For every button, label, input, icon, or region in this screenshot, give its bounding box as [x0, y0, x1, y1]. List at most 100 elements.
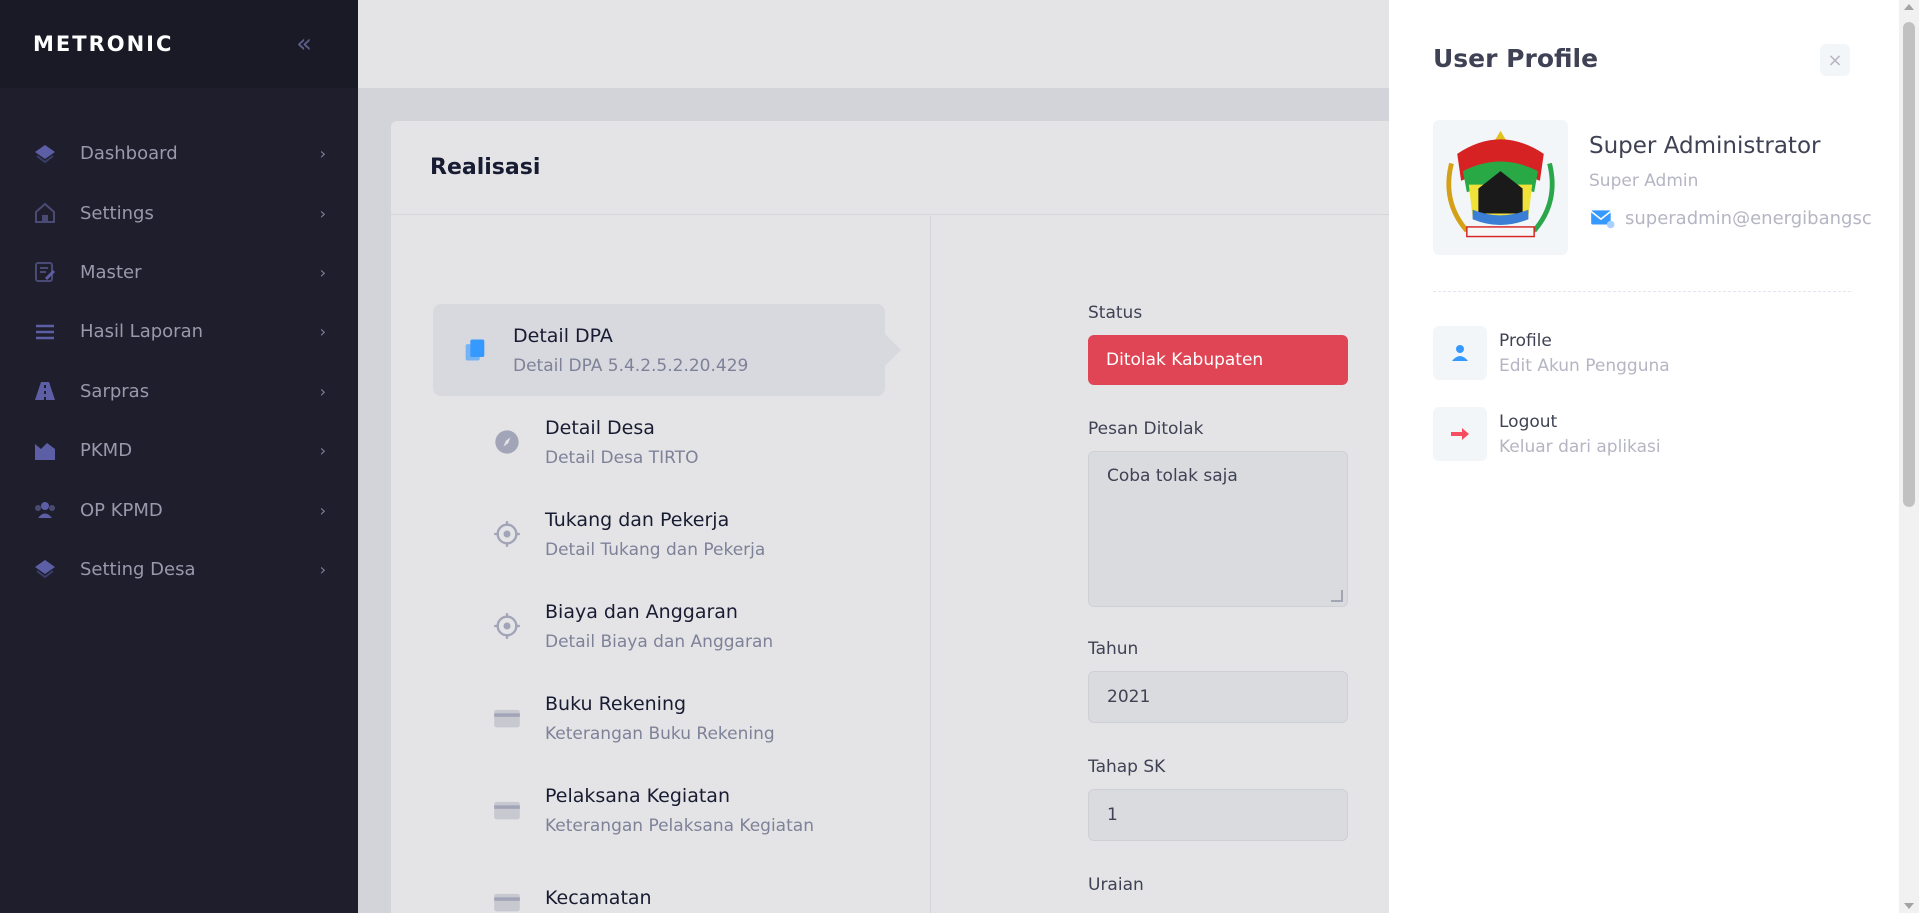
step-desc: Keterangan Buku Rekening: [545, 723, 775, 744]
credit-card-icon: [491, 886, 523, 913]
user-role: Super Admin: [1589, 171, 1699, 191]
tahun-input[interactable]: 2021: [1088, 671, 1348, 723]
home-icon: [32, 200, 58, 226]
step-pelaksana-kegiatan[interactable]: Pelaksana Kegiatan Keterangan Pelaksana …: [433, 764, 885, 856]
sidebar-item-settings[interactable]: Settings ›: [0, 183, 358, 242]
chevron-right-icon: ›: [319, 144, 326, 164]
tahap-sk-input[interactable]: 1: [1088, 789, 1348, 841]
sidebar-item-label: Sarpras: [80, 380, 150, 402]
user-name: Super Administrator: [1589, 133, 1821, 159]
user-email-text: superadmin@energibangsc: [1625, 207, 1872, 229]
sidebar-item-label: Setting Desa: [80, 558, 196, 580]
step-kecamatan[interactable]: Kecamatan: [433, 856, 885, 913]
step-title: Detail DPA: [513, 324, 613, 347]
pesan-ditolak-textarea[interactable]: Coba tolak saja: [1088, 451, 1348, 607]
chevron-right-icon: ›: [319, 203, 326, 223]
double-chevron-left-icon[interactable]: «: [296, 31, 312, 57]
target-icon: [491, 610, 523, 642]
nav-title: Profile: [1499, 330, 1552, 351]
sidebar-item-label: Dashboard: [80, 143, 178, 165]
compass-icon: [491, 426, 523, 458]
wizard-steps: Detail DPA Detail DPA 5.4.2.5.2.20.429 D…: [433, 304, 901, 913]
user-profile-panel: User Profile × Super Administrator Super…: [1389, 0, 1899, 913]
brand-bar: METRONIC «: [0, 0, 358, 88]
copy-icon: [459, 334, 491, 366]
layers-icon: [32, 556, 58, 582]
step-desc: Detail Biaya dan Anggaran: [545, 631, 774, 652]
arrow-right-icon: [1433, 407, 1487, 461]
page-title: Realisasi: [430, 155, 541, 180]
sidebar-item-pkmd[interactable]: PKMD ›: [0, 421, 358, 480]
layers-icon: [32, 141, 58, 167]
dpa-form: Status Ditolak Kabupaten Pesan Ditolak C…: [1088, 303, 1348, 907]
sidebar-item-label: OP KPMD: [80, 499, 163, 521]
step-desc: Detail Desa TIRTO: [545, 447, 699, 468]
sidebar-item-setting-desa[interactable]: Setting Desa ›: [0, 540, 358, 599]
step-title: Kecamatan: [545, 886, 652, 909]
close-button[interactable]: ×: [1820, 44, 1850, 76]
step-desc: Detail DPA 5.4.2.5.2.20.429: [513, 355, 749, 376]
step-title: Tukang dan Pekerja: [545, 508, 730, 531]
step-detail-dpa[interactable]: Detail DPA Detail DPA 5.4.2.5.2.20.429: [433, 304, 901, 396]
scrollbar-thumb[interactable]: [1903, 22, 1915, 507]
target-icon: [491, 518, 523, 550]
chevron-right-icon: ›: [319, 441, 326, 461]
emblem-icon: [1446, 130, 1555, 238]
close-icon: ×: [1827, 49, 1843, 71]
sidebar-item-op-kpmd[interactable]: OP KPMD ›: [0, 480, 358, 539]
uraian-label: Uraian: [1088, 875, 1144, 895]
tahun-label: Tahun: [1088, 639, 1139, 659]
step-title: Buku Rekening: [545, 692, 687, 715]
list-icon: [32, 319, 58, 345]
nav-desc: Edit Akun Pengguna: [1499, 355, 1670, 376]
sidebar: METRONIC « Dashboard › Settings › Master…: [0, 0, 358, 913]
pesan-ditolak-label: Pesan Ditolak: [1088, 419, 1204, 439]
step-title: Pelaksana Kegiatan: [545, 784, 730, 807]
step-detail-desa[interactable]: Detail Desa Detail Desa TIRTO: [433, 396, 885, 488]
group-icon: [32, 497, 58, 523]
sidebar-menu: Dashboard › Settings › Master › Hasil La…: [0, 124, 358, 599]
sidebar-item-label: Settings: [80, 202, 154, 224]
step-desc: Keterangan Pelaksana Kegiatan: [545, 815, 814, 836]
brand-logo[interactable]: METRONIC: [33, 32, 173, 56]
nav-title: Logout: [1499, 411, 1558, 432]
mail-icon: [1590, 210, 1615, 229]
user-email[interactable]: superadmin@energibangsc: [1589, 205, 1879, 231]
sidebar-item-label: Hasil Laporan: [80, 321, 204, 343]
separator: [1433, 291, 1851, 292]
sidebar-item-label: Master: [80, 261, 142, 283]
sidebar-item-label: PKMD: [80, 440, 133, 462]
sidebar-item-hasil-laporan[interactable]: Hasil Laporan ›: [0, 302, 358, 361]
sidebar-item-master[interactable]: Master ›: [0, 243, 358, 302]
chevron-right-icon: ›: [319, 262, 326, 282]
user-icon: [1433, 326, 1487, 380]
logout-link[interactable]: Logout Keluar dari aplikasi: [1433, 407, 1853, 461]
step-tukang-pekerja[interactable]: Tukang dan Pekerja Detail Tukang dan Pek…: [433, 488, 885, 580]
chart-icon: [32, 438, 58, 464]
chevron-right-icon: ›: [319, 500, 326, 520]
vertical-divider: [930, 216, 931, 913]
chevron-right-icon: ›: [319, 381, 326, 401]
scrollbar[interactable]: [1899, 0, 1919, 913]
chevron-right-icon: ›: [319, 559, 326, 579]
credit-card-icon: [491, 702, 523, 734]
step-biaya-anggaran[interactable]: Biaya dan Anggaran Detail Biaya dan Angg…: [433, 580, 885, 672]
tahap-sk-label: Tahap SK: [1088, 757, 1166, 777]
scroll-up-icon[interactable]: [1904, 4, 1914, 10]
edit-icon: [32, 259, 58, 285]
sidebar-item-dashboard[interactable]: Dashboard ›: [0, 124, 358, 183]
road-icon: [32, 378, 58, 404]
credit-card-icon: [491, 794, 523, 826]
step-buku-rekening[interactable]: Buku Rekening Keterangan Buku Rekening: [433, 672, 885, 764]
step-title: Detail Desa: [545, 416, 655, 439]
scroll-down-icon[interactable]: [1904, 903, 1914, 909]
avatar: [1433, 120, 1568, 255]
panel-title: User Profile: [1433, 44, 1599, 73]
step-desc: Detail Tukang dan Pekerja: [545, 539, 766, 560]
status-label: Status: [1088, 303, 1143, 323]
status-badge: Ditolak Kabupaten: [1088, 335, 1348, 385]
sidebar-item-sarpras[interactable]: Sarpras ›: [0, 362, 358, 421]
chevron-right-icon: ›: [319, 322, 326, 342]
nav-desc: Keluar dari aplikasi: [1499, 436, 1661, 457]
profile-link[interactable]: Profile Edit Akun Pengguna: [1433, 326, 1853, 380]
